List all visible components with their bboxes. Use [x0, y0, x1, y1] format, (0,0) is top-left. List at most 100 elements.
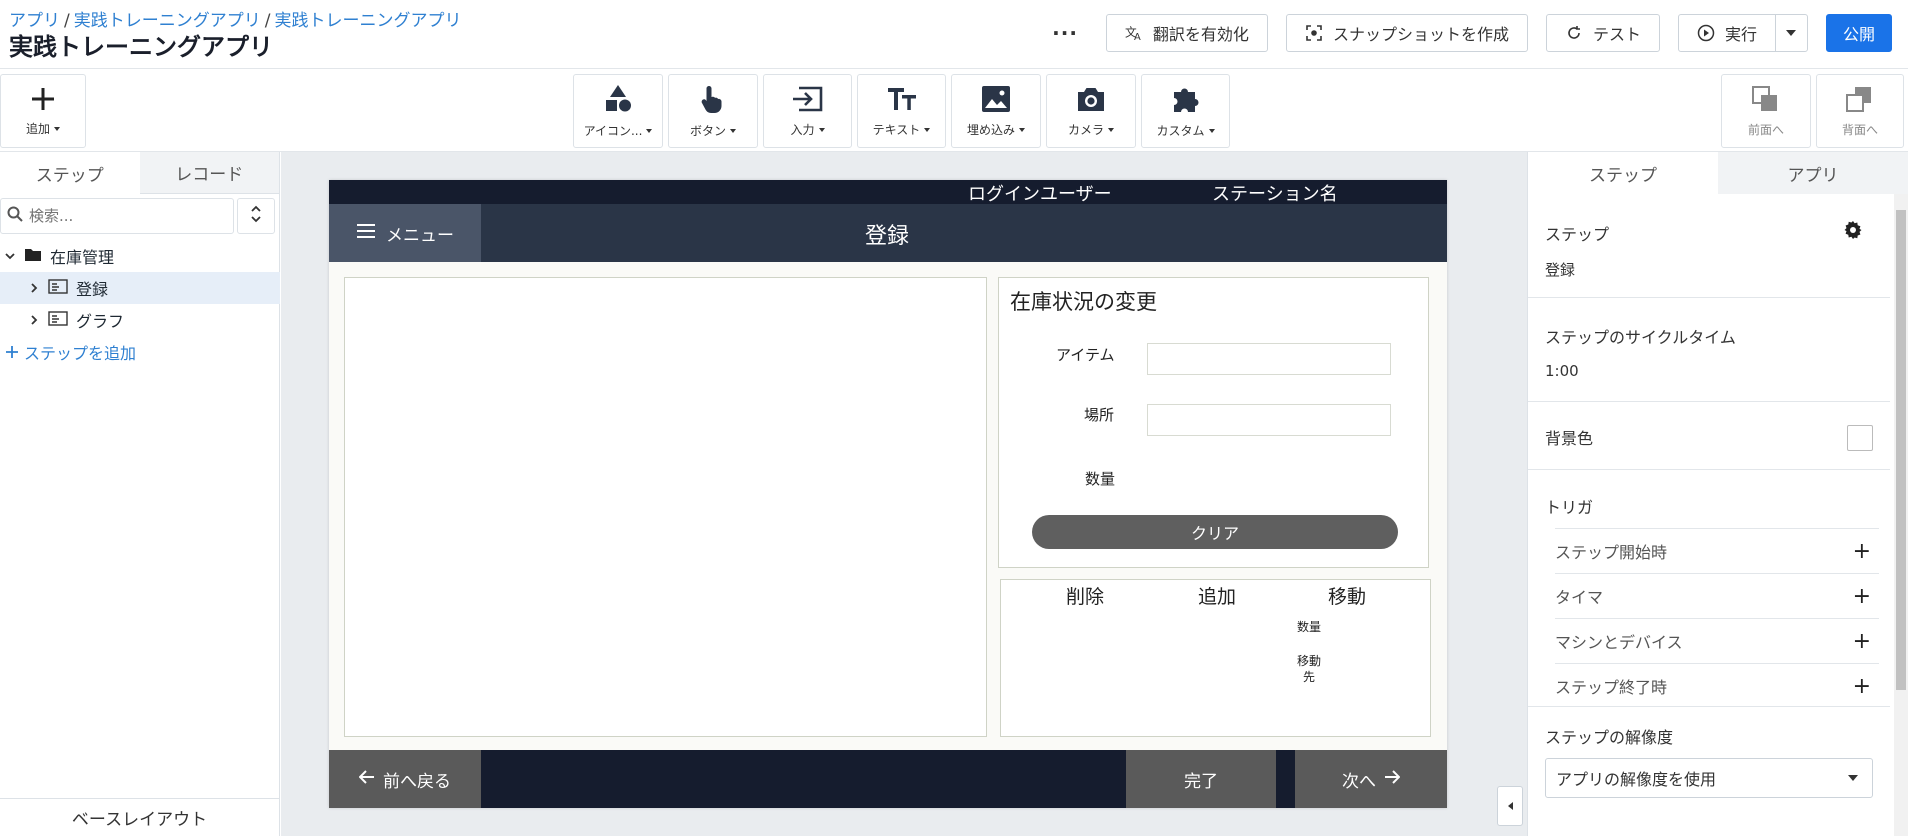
step-title[interactable]: 登録	[865, 218, 909, 250]
search-input[interactable]	[29, 207, 219, 225]
chevron-down-icon[interactable]	[4, 247, 16, 266]
base-layout-button[interactable]: ベースレイアウト	[0, 798, 279, 836]
resolution-select[interactable]: アプリの解像度を使用	[1545, 758, 1873, 798]
plus-icon[interactable]: +	[1853, 629, 1879, 654]
done-button[interactable]: 完了	[1126, 750, 1276, 808]
tab-steps[interactable]: ステップ	[0, 152, 140, 194]
bring-forward-button[interactable]: 前面へ	[1721, 74, 1811, 148]
trigger-step-end[interactable]: ステップ終了時 +	[1555, 663, 1879, 708]
snapshot-icon	[1305, 24, 1323, 42]
add-step-label: ステップを追加	[24, 344, 137, 363]
send-backward-button[interactable]: 背面へ	[1816, 74, 1904, 148]
step-name-value[interactable]: 登録	[1545, 259, 1575, 280]
custom-widget-button[interactable]: カスタム	[1141, 74, 1230, 148]
app-title: 実践トレーニングアプリ	[9, 33, 273, 61]
clear-button[interactable]: クリア	[1032, 515, 1398, 549]
trigger-step-start[interactable]: ステップ開始時 +	[1555, 528, 1879, 573]
create-snapshot-label: スナップショットを作成	[1332, 25, 1509, 44]
button-widget-button[interactable]: ボタン	[668, 74, 758, 148]
right-panel-scrollbar[interactable]	[1894, 194, 1908, 836]
tree-item-register[interactable]: 登録	[0, 272, 280, 304]
trigger-label: タイマ	[1555, 588, 1604, 607]
gear-icon[interactable]	[1844, 221, 1862, 243]
camera-widget-label: カメラ	[1067, 122, 1104, 137]
trigger-label: ステップ開始時	[1555, 543, 1668, 562]
tree-item-graph[interactable]: グラフ	[0, 304, 280, 336]
op-add-label[interactable]: 追加	[1198, 582, 1236, 609]
step-icon	[48, 278, 68, 298]
text-widget-button[interactable]: テキスト	[857, 74, 946, 148]
plus-icon[interactable]: +	[1853, 539, 1879, 564]
editor-canvas: ログインユーザー ステーション名 メニュー 登録 在庫状況の変更 アイテム 場所…	[281, 152, 1527, 836]
trigger-label: ステップ終了時	[1555, 678, 1668, 697]
sort-button[interactable]	[237, 198, 275, 234]
caret-left-icon	[1507, 802, 1513, 810]
plus-icon	[30, 86, 56, 116]
next-label: 次へ	[1342, 771, 1376, 792]
more-options-button[interactable]: ···	[1042, 14, 1088, 52]
input-arrow-icon	[791, 85, 825, 117]
left-content-box[interactable]	[344, 277, 987, 737]
icons-widget-button[interactable]: アイコン...	[573, 74, 663, 148]
embed-widget-button[interactable]: 埋め込み	[951, 74, 1041, 148]
chevron-right-icon[interactable]	[28, 279, 40, 298]
resolution-value: アプリの解像度を使用	[1556, 770, 1717, 789]
camera-widget-button[interactable]: カメラ	[1046, 74, 1136, 148]
breadcrumb-current-link[interactable]: 実践トレーニングアプリ	[274, 11, 461, 31]
plus-icon[interactable]: +	[1853, 674, 1879, 699]
publish-button[interactable]: 公開	[1825, 14, 1892, 52]
left-panel: ステップ レコード 在庫管理	[0, 152, 280, 836]
camera-icon	[1075, 85, 1107, 117]
background-color-swatch[interactable]	[1847, 425, 1873, 451]
quantity-label: 数量	[1085, 470, 1116, 488]
test-button[interactable]: テスト	[1545, 14, 1660, 52]
login-user-label[interactable]: ログインユーザー	[968, 180, 1112, 206]
station-name-label[interactable]: ステーション名	[1212, 180, 1338, 206]
op-destination-label: 移動 先	[1294, 653, 1324, 685]
tab-records[interactable]: レコード	[139, 152, 279, 194]
enable-translation-button[interactable]: 文A 翻訳を有効化	[1105, 14, 1268, 52]
step-section: ステップ 登録	[1528, 194, 1890, 298]
background-color-title: 背景色	[1545, 429, 1594, 448]
chevron-right-icon[interactable]	[28, 311, 40, 330]
cycle-time-section: ステップのサイクルタイム 1:00	[1528, 298, 1890, 402]
run-label: 実行	[1724, 25, 1757, 44]
plus-icon[interactable]: +	[1853, 584, 1879, 609]
tab-step[interactable]: ステップ	[1528, 152, 1718, 194]
tree-folder[interactable]: 在庫管理	[0, 240, 280, 272]
item-input[interactable]	[1147, 343, 1391, 375]
create-snapshot-button[interactable]: スナップショットを作成	[1285, 14, 1528, 52]
next-button[interactable]: 次へ	[1295, 750, 1447, 808]
widget-toolbar: 追加 アイコン... ボタン 入力 テキスト 埋め込み カメラ カスタム 前面へ…	[0, 70, 1908, 152]
tab-app[interactable]: アプリ	[1718, 152, 1908, 194]
custom-widget-label: カスタム	[1156, 123, 1205, 138]
svg-text:A: A	[1134, 32, 1141, 42]
operation-box[interactable]: 削除 追加 移動 数量 移動 先	[1000, 579, 1431, 737]
run-button[interactable]: 実行	[1677, 14, 1808, 52]
trigger-timer[interactable]: タイマ +	[1555, 573, 1879, 618]
location-input[interactable]	[1147, 404, 1391, 436]
chevron-down-icon	[1848, 775, 1858, 781]
collapse-panel-button[interactable]	[1497, 786, 1523, 826]
play-circle-icon	[1697, 24, 1715, 42]
icons-widget-label: アイコン...	[583, 123, 643, 138]
trigger-machines-devices[interactable]: マシンとデバイス +	[1555, 618, 1879, 663]
back-button[interactable]: 前へ戻る	[329, 750, 481, 808]
add-step-link[interactable]: ステップを追加	[0, 336, 280, 368]
scrollbar-thumb[interactable]	[1896, 210, 1906, 690]
search-box[interactable]	[0, 198, 234, 234]
run-dropdown-toggle[interactable]	[1774, 15, 1807, 51]
app-preview-frame: ログインユーザー ステーション名 メニュー 登録 在庫状況の変更 アイテム 場所…	[329, 180, 1447, 808]
stock-change-form[interactable]: 在庫状況の変更 アイテム 場所 数量 クリア	[998, 277, 1429, 568]
input-widget-label: 入力	[790, 122, 815, 137]
cycle-time-value[interactable]: 1:00	[1545, 362, 1579, 380]
back-label: 前へ戻る	[383, 771, 451, 792]
trigger-title: トリガ	[1545, 498, 1594, 517]
op-delete-label[interactable]: 削除	[1066, 582, 1104, 609]
input-widget-button[interactable]: 入力	[763, 74, 852, 148]
app-status-bar: ログインユーザー ステーション名	[329, 180, 1447, 206]
add-widget-button[interactable]: 追加	[0, 74, 86, 148]
op-move-label[interactable]: 移動	[1328, 582, 1366, 609]
menu-button[interactable]: メニュー	[329, 204, 481, 262]
shapes-icon	[602, 84, 634, 118]
